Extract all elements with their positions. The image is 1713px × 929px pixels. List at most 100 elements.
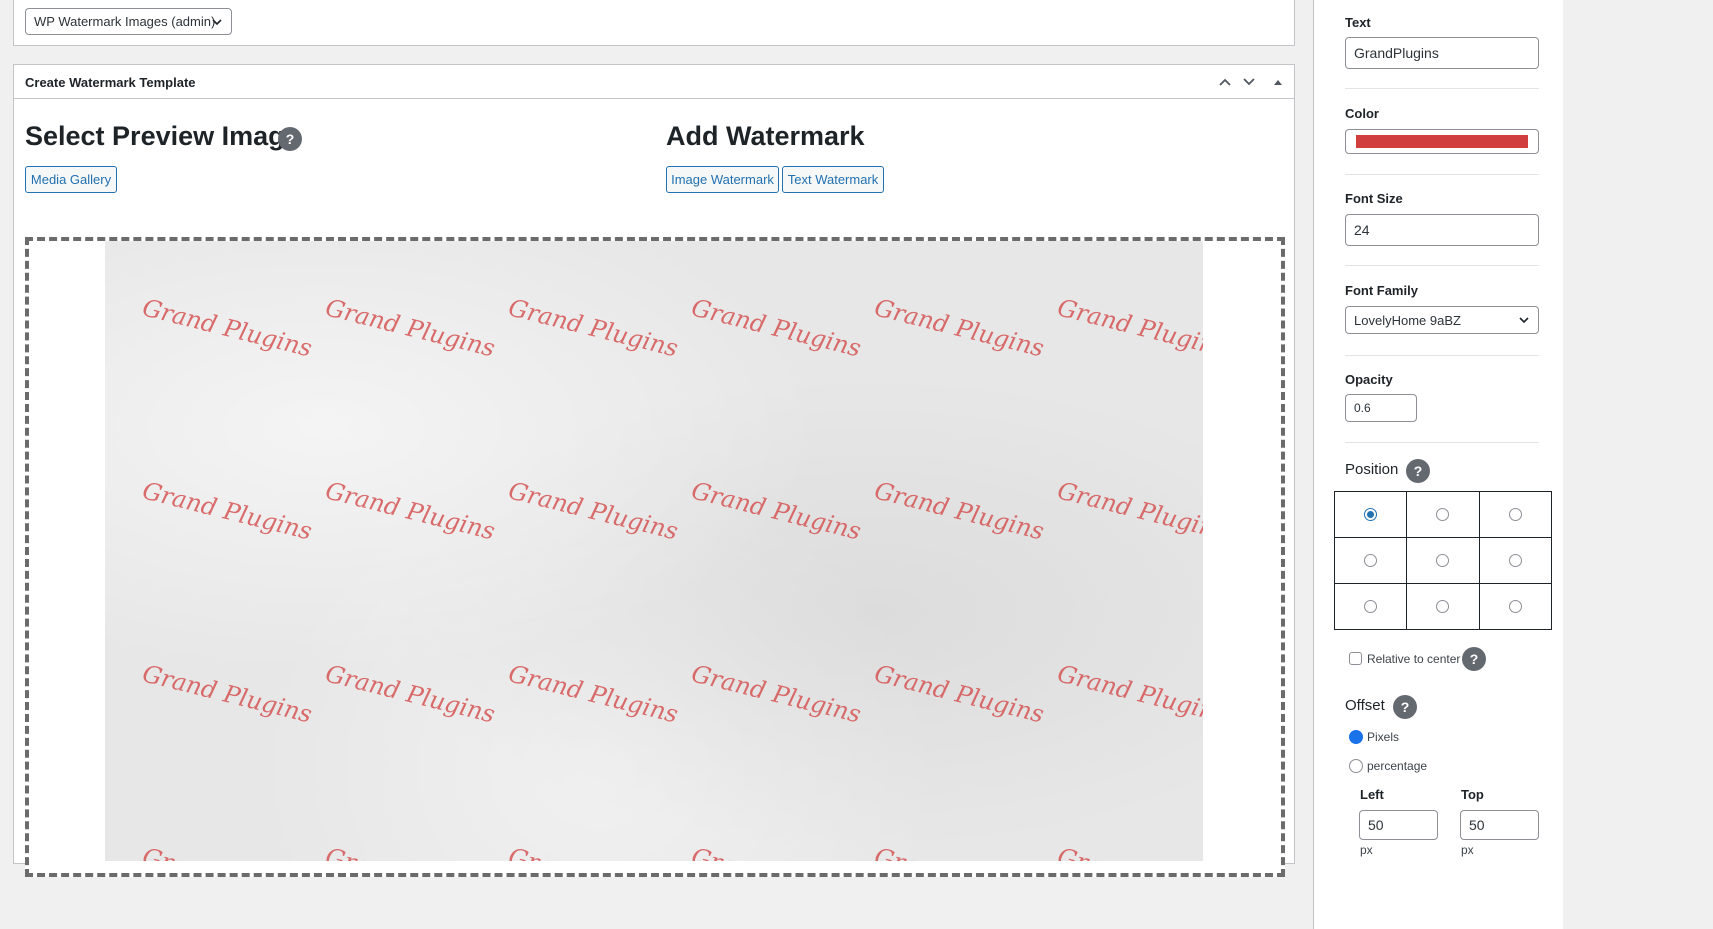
media-gallery-button[interactable]: Media Gallery (25, 166, 117, 193)
position-grid (1334, 491, 1552, 630)
position-cell[interactable] (1478, 583, 1552, 630)
divider (1345, 174, 1539, 175)
position-cell[interactable] (1334, 583, 1408, 630)
add-watermark-heading: Add Watermark (666, 121, 865, 151)
text-watermark-button[interactable]: Text Watermark (782, 166, 884, 193)
chevron-down-icon (1519, 317, 1529, 324)
position-radio[interactable] (1364, 600, 1378, 613)
watermark-text-tile: Grand Plugins (322, 659, 498, 729)
watermark-text-tile: Grand Plugins (689, 842, 864, 861)
left-unit-label: px (1360, 843, 1373, 857)
opacity-label: Opacity (1345, 372, 1393, 387)
left-label: Left (1360, 787, 1384, 802)
divider (1345, 355, 1539, 356)
top-label: Top (1461, 787, 1484, 802)
watermark-text-tile: Grand Plugins (1054, 293, 1203, 363)
font-family-value: LovelyHome 9aBZ (1354, 312, 1461, 328)
position-radio[interactable] (1364, 508, 1378, 521)
position-cell[interactable] (1406, 583, 1480, 630)
opacity-value: 0.6 (1354, 401, 1371, 415)
position-help-icon[interactable]: ? (1406, 459, 1430, 483)
watermark-text-tile: Grand Plugins (1055, 842, 1203, 861)
offset-help-icon[interactable]: ? (1393, 695, 1417, 719)
position-label: Position (1345, 461, 1399, 478)
relative-to-center-checkbox[interactable] (1349, 652, 1362, 665)
font-family-label: Font Family (1345, 283, 1418, 298)
position-radio[interactable] (1508, 600, 1522, 613)
watermark-text-tile: Grand Plugins (688, 659, 864, 729)
top-offset-value: 50 (1469, 817, 1485, 833)
preview-help-icon[interactable]: ? (278, 127, 302, 151)
watermark-text-tile: Grand Plugins (871, 476, 1047, 546)
left-offset-value: 50 (1368, 817, 1384, 833)
offset-label: Offset (1345, 697, 1385, 714)
position-radio[interactable] (1364, 554, 1378, 567)
top-unit-label: px (1461, 843, 1474, 857)
divider (1345, 88, 1539, 89)
position-radio[interactable] (1436, 600, 1450, 613)
color-picker[interactable] (1345, 129, 1539, 154)
font-size-input[interactable]: 24 (1345, 214, 1539, 246)
divider (1345, 265, 1539, 266)
position-cell[interactable] (1406, 491, 1480, 538)
watermark-text-tile: Grand Plugins (139, 293, 315, 363)
position-radio[interactable] (1436, 508, 1450, 521)
watermark-text-tile: Grand Plugins (140, 842, 315, 861)
watermark-text-tile: Grand Plugins (505, 293, 681, 363)
watermark-text-tile: Grand Plugins (688, 476, 864, 546)
watermark-text-tile: Grand Plugins (323, 842, 498, 861)
image-watermark-button[interactable]: Image Watermark (666, 166, 779, 193)
position-cell[interactable] (1334, 491, 1408, 538)
offset-percentage-radio[interactable] (1349, 759, 1363, 773)
watermark-text-tile: Grand Plugins (139, 659, 315, 729)
text-label: Text (1345, 15, 1371, 30)
offset-percentage-label: percentage (1367, 759, 1428, 773)
template-select-value: WP Watermark Images (admin) (34, 14, 216, 29)
color-label: Color (1345, 106, 1379, 121)
position-radio[interactable] (1436, 554, 1450, 567)
relative-help-icon[interactable]: ? (1462, 647, 1486, 671)
divider (1345, 442, 1539, 443)
preview-dropzone: Grand Plugins Grand Plugins Grand Plugins G… (25, 237, 1285, 877)
position-cell[interactable] (1478, 537, 1552, 584)
offset-pixels-label: Pixels (1367, 730, 1400, 744)
watermark-text-tile: Grand Plugins (688, 293, 864, 363)
preview-image[interactable]: Grand Plugins Grand Plugins Grand Plugins G… (105, 241, 1203, 861)
collapse-toggle-icon[interactable] (1269, 73, 1287, 91)
position-cell[interactable] (1478, 491, 1552, 538)
watermark-text-tile: Grand Plugins (871, 659, 1047, 729)
left-offset-input[interactable]: 50 (1359, 810, 1438, 840)
template-select[interactable]: WP Watermark Images (admin) (25, 8, 232, 35)
move-down-icon[interactable] (1240, 73, 1258, 91)
move-up-icon[interactable] (1216, 73, 1234, 91)
top-offset-input[interactable]: 50 (1460, 810, 1539, 840)
settings-panel: Text GrandPlugins Color Font Size 24 Fon… (1313, 0, 1563, 929)
watermark-text-tile: Grand Plugins (1054, 659, 1203, 729)
text-input[interactable]: GrandPlugins (1345, 37, 1539, 69)
watermark-text-tile: Grand Plugins (139, 476, 315, 546)
watermark-text-tile: Grand Plugins (505, 476, 681, 546)
position-radio[interactable] (1508, 508, 1522, 521)
chevron-down-icon (212, 18, 222, 25)
top-card: WP Watermark Images (admin) (13, 0, 1295, 46)
select-preview-heading: Select Preview Image (25, 121, 300, 151)
template-box-header: Create Watermark Template (14, 65, 1294, 99)
color-swatch (1356, 135, 1528, 148)
watermark-template-box: Create Watermark Template Select Preview… (13, 64, 1295, 877)
position-cell[interactable] (1406, 537, 1480, 584)
position-radio[interactable] (1508, 554, 1522, 567)
watermark-text-tile: Grand Plugins (322, 293, 498, 363)
font-size-value: 24 (1354, 222, 1370, 238)
template-box-title: Create Watermark Template (25, 75, 196, 90)
watermark-text-tile: Grand Plugins (1054, 476, 1203, 546)
font-family-select[interactable]: LovelyHome 9aBZ (1345, 306, 1539, 334)
opacity-input[interactable]: 0.6 (1345, 394, 1417, 422)
position-cell[interactable] (1334, 537, 1408, 584)
offset-pixels-radio[interactable] (1349, 730, 1363, 744)
font-size-label: Font Size (1345, 191, 1403, 206)
watermark-text-tile: Grand Plugins (872, 842, 1047, 861)
text-input-value: GrandPlugins (1354, 45, 1439, 61)
relative-to-center-label: Relative to center (1367, 652, 1461, 666)
watermark-text-tile: Grand Plugins (322, 476, 498, 546)
watermark-text-tile: Grand Plugins (871, 293, 1047, 363)
